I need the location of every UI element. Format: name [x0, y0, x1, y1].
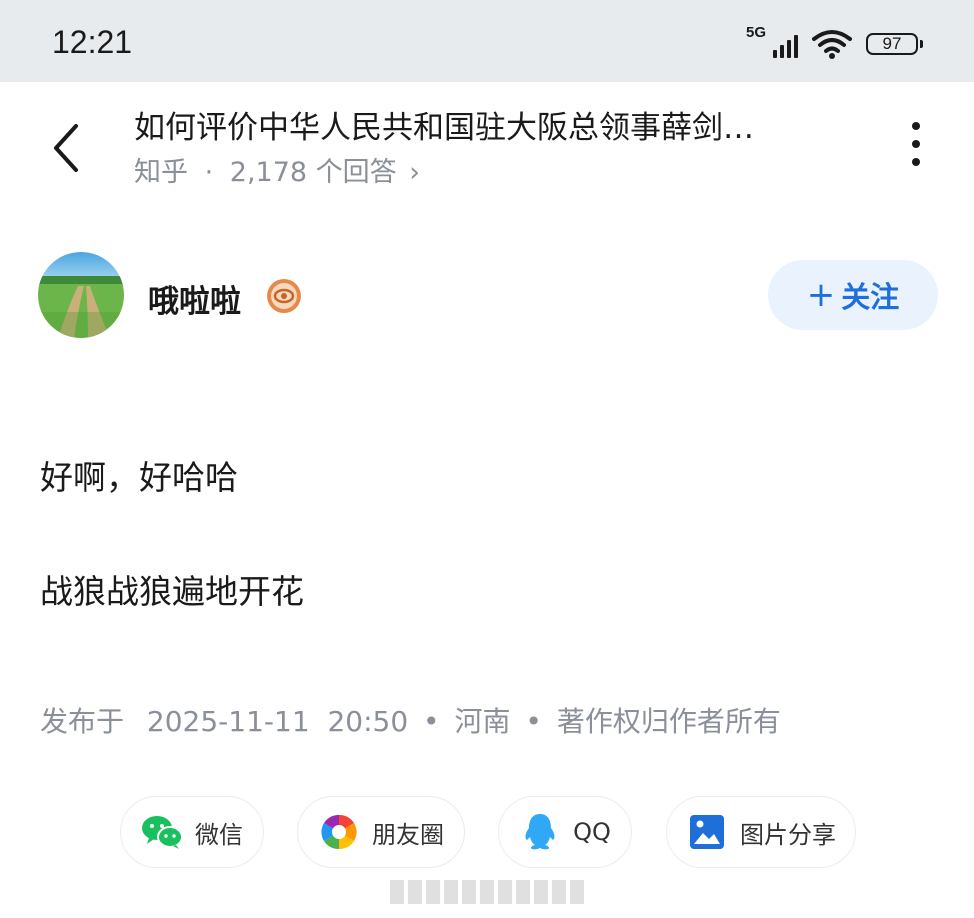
scroll-indicator: [390, 880, 584, 904]
wifi-icon: [812, 30, 852, 59]
battery-level: 97: [882, 34, 902, 53]
published-label: 发布于: [40, 705, 125, 738]
eye-badge-icon: [267, 279, 301, 313]
qq-penguin-icon: [519, 811, 561, 853]
share-row: 微信 朋友圈 QQ 图片分享: [0, 796, 974, 868]
status-time: 12:21: [52, 24, 133, 60]
network-type-label: 5G: [746, 24, 767, 41]
location: 河南: [454, 705, 511, 738]
question-subtitle[interactable]: 知乎 · 2,178 个回答 ›: [134, 150, 420, 189]
copyright-notice: 著作权归作者所有: [556, 705, 781, 738]
top-nav: 如何评价中华人民共和国驻大阪总领事薛剑… 知乎 · 2,178 个回答 ›: [0, 82, 974, 202]
plus-icon: +: [806, 275, 836, 315]
question-title[interactable]: 如何评价中华人民共和国驻大阪总领事薛剑…: [134, 102, 844, 147]
battery-indicator: 97: [866, 33, 923, 55]
answers-count: 2,178 个回答: [229, 157, 397, 188]
back-arrow-icon: [54, 124, 78, 172]
share-image-button[interactable]: 图片分享: [666, 796, 856, 868]
avatar[interactable]: [38, 252, 124, 338]
meta-dot: •: [525, 705, 542, 738]
answer-paragraph: 好啊，好哈哈: [40, 458, 238, 497]
share-qq-label: QQ: [573, 818, 611, 846]
answer-meta: 发布于 2025-11-11 20:50 • 河南 • 著作权归作者所有: [40, 700, 781, 740]
share-qq-button[interactable]: QQ: [498, 796, 632, 868]
share-wechat-button[interactable]: 微信: [120, 796, 264, 868]
image-share-icon: [686, 811, 728, 853]
share-image-label: 图片分享: [740, 820, 836, 849]
share-moments-button[interactable]: 朋友圈: [297, 796, 465, 868]
share-moments-label: 朋友圈: [372, 820, 444, 849]
follow-button[interactable]: + 关注: [768, 260, 938, 330]
author-name[interactable]: 哦啦啦: [148, 276, 241, 321]
source-label: 知乎: [134, 157, 188, 188]
back-button[interactable]: [36, 110, 92, 180]
follow-label: 关注: [841, 280, 900, 314]
answer-paragraph: 战狼战狼遍地开花: [40, 572, 304, 611]
cellular-signal-icon: 5G: [746, 24, 798, 62]
chevron-right-icon: ›: [409, 157, 421, 188]
author-row: 哦啦啦 + 关注: [0, 250, 974, 340]
status-icons: 5G 97: [746, 24, 923, 64]
separator-dot: ·: [204, 157, 214, 188]
more-options-icon[interactable]: [898, 122, 934, 166]
meta-dot: •: [423, 705, 440, 738]
published-datetime: 2025-11-11 20:50: [146, 705, 409, 738]
share-wechat-label: 微信: [195, 820, 243, 849]
status-bar: 12:21 5G 97: [0, 0, 974, 82]
wechat-icon: [141, 811, 183, 853]
moments-icon: [318, 811, 360, 853]
